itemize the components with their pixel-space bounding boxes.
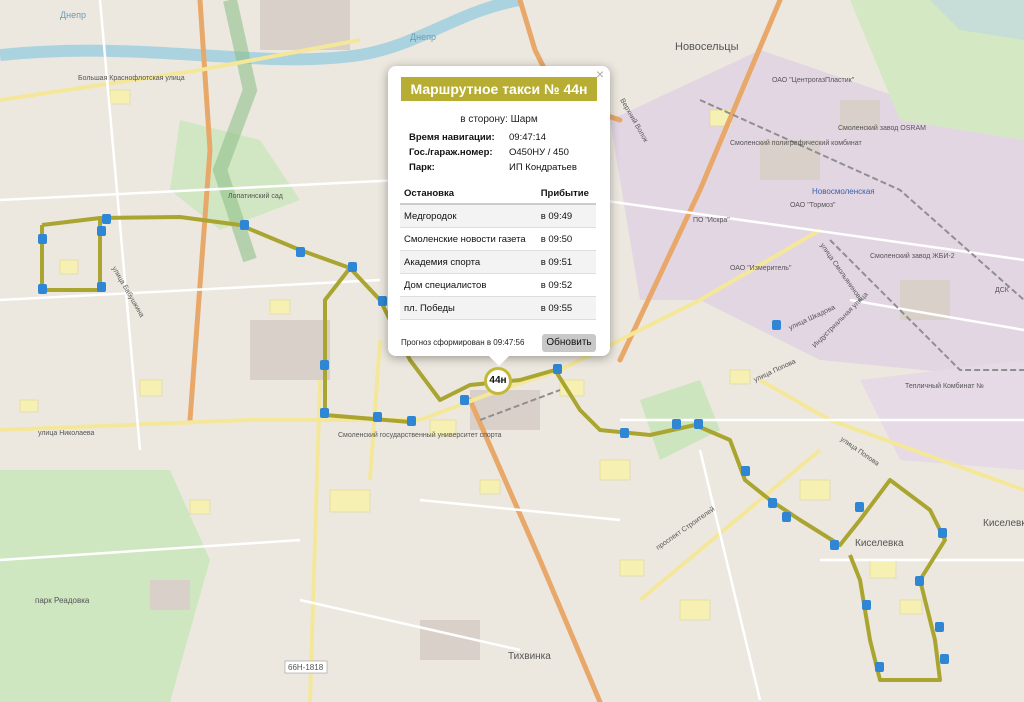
plate-value: О450НУ / 450 bbox=[509, 147, 569, 158]
arrival-time: в 09:50 bbox=[536, 227, 596, 251]
col-stop: Остановка bbox=[400, 184, 537, 205]
arrival-time: в 09:52 bbox=[536, 273, 596, 297]
table-row: Дом специалистов в 09:52 bbox=[400, 273, 596, 297]
arrival-time: в 09:55 bbox=[536, 296, 596, 320]
label-novosmolenskaya: Новосмоленская bbox=[812, 187, 875, 196]
table-row: пл. Победы в 09:55 bbox=[400, 296, 596, 320]
stop-name: Смоленские новости газета bbox=[400, 227, 537, 251]
table-row: Академия спорта в 09:51 bbox=[400, 250, 596, 274]
label-park: парк Реадовка bbox=[35, 596, 90, 605]
label-kiselevka: Киселевка bbox=[983, 518, 1024, 529]
refresh-button[interactable]: Обновить bbox=[542, 334, 596, 352]
label-bolshaya: Большая Краснофлотская улица bbox=[78, 75, 185, 82]
nav-time-label: Время навигации: bbox=[409, 132, 495, 143]
label-road: 66Н-1818 bbox=[288, 663, 324, 672]
label-dnepr-2: Днепр bbox=[410, 32, 436, 42]
label-centrogaz: ОАО "ЦентрогазПластик" bbox=[772, 77, 855, 84]
park-label: Парк: bbox=[409, 162, 435, 173]
vehicle-marker[interactable]: 44н bbox=[484, 367, 512, 395]
label-tormoz: ОАО "Тормоз" bbox=[790, 202, 836, 209]
label-zhbi: Смоленский завод ЖБИ-2 bbox=[870, 252, 955, 260]
label-tikhvinka: Тихвинка bbox=[508, 651, 551, 662]
arrival-time: в 09:49 bbox=[536, 204, 596, 228]
stop-name: Академия спорта bbox=[400, 250, 537, 274]
stop-name: Дом специалистов bbox=[400, 273, 537, 297]
label-izmeritel: ОАО "Измеритель" bbox=[730, 265, 792, 272]
stop-name: Медгородок bbox=[400, 204, 537, 228]
label-kiselevka-2: Киселевка bbox=[855, 538, 904, 549]
stop-name: пл. Победы bbox=[400, 296, 537, 320]
label-teplichny: Тепличный Комбинат № bbox=[905, 382, 984, 390]
label-poligraf: Смоленский полиграфический комбинат bbox=[730, 139, 862, 147]
col-arrival: Прибытие bbox=[536, 184, 596, 205]
label-dnepr: Днепр bbox=[60, 10, 86, 20]
forecast-text: Прогноз сформирован в 09:47:56 bbox=[401, 338, 525, 347]
label-nikolaeva: улица Николаева bbox=[38, 430, 95, 437]
label-dsk: ДСК bbox=[995, 287, 1010, 294]
label-osram: Смоленский завод OSRAM bbox=[838, 124, 926, 132]
label-lopatinsky: Лопатинский сад bbox=[228, 192, 283, 200]
nav-time-value: 09:47:14 bbox=[509, 132, 546, 143]
popup-title: Маршрутное такси № 44н bbox=[401, 77, 597, 101]
table-row: Смоленские новости газета в 09:50 bbox=[400, 227, 596, 251]
label-smolgu: Смоленский государственный университет с… bbox=[338, 431, 502, 439]
direction-text: в сторону: Шарм bbox=[460, 114, 538, 125]
close-icon[interactable]: × bbox=[596, 66, 604, 82]
arrival-time: в 09:51 bbox=[536, 250, 596, 274]
arrival-table: Остановка Прибытие Медгородок в 09:49 См… bbox=[400, 184, 596, 320]
park-value: ИП Кондратьев bbox=[509, 162, 577, 173]
table-row: Медгородок в 09:49 bbox=[400, 204, 596, 228]
label-novoseltsy: Новосельцы bbox=[675, 41, 739, 53]
plate-label: Гос./гараж.номер: bbox=[409, 147, 493, 158]
route-popup: × Маршрутное такси № 44н в сторону: Шарм… bbox=[388, 66, 610, 366]
label-iskra: ПО "Искра" bbox=[693, 217, 730, 224]
